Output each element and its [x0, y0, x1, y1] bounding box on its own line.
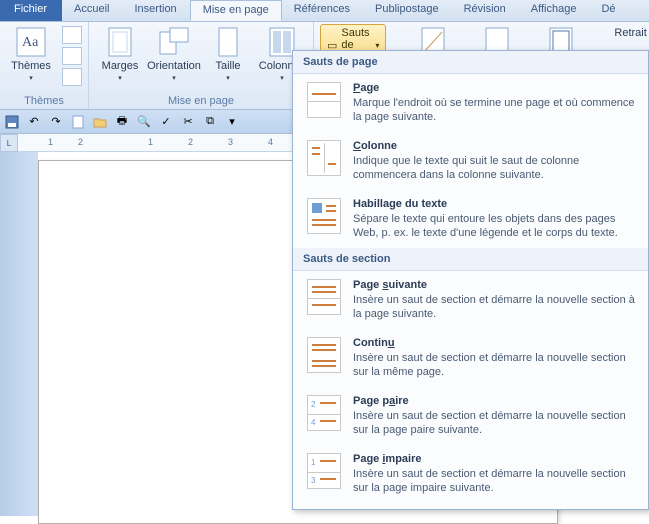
dropdown-header-section-breaks: Sauts de section [293, 248, 648, 271]
dropdown-header-page-breaks: Sauts de page [293, 51, 648, 74]
title: age [360, 82, 379, 94]
margins-icon [104, 26, 136, 58]
break-continuous[interactable]: Continu Insère un saut de section et déma… [293, 329, 648, 387]
indent-label: Retrait [608, 24, 649, 42]
group-page-setup: Marges▾ Orientation▾ Taille▾ Colonnes▾ M… [89, 22, 314, 109]
chevron-down-icon: ▾ [375, 41, 379, 50]
save-button[interactable] [4, 114, 20, 130]
copy-button[interactable]: ⧉ [202, 114, 218, 130]
title: Continu [353, 337, 638, 349]
break-page[interactable]: PageMarque l'endroit où se termine une p… [293, 74, 648, 132]
break-column[interactable]: ColonneIndique que le texte qui suit le … [293, 132, 648, 190]
themes-button[interactable]: Aa Thèmes ▾ [6, 24, 56, 84]
redo-button[interactable]: ↷ [48, 114, 64, 130]
break-text-wrapping[interactable]: Habillage du texte Sépare le texte qui en… [293, 190, 648, 248]
tab-selector[interactable]: L [0, 134, 18, 152]
continuous-section-icon [307, 337, 341, 373]
desc: Indique que le texte qui suit le saut de… [353, 154, 638, 182]
page-break-icon [307, 82, 341, 118]
qat-dropdown[interactable]: ▾ [224, 114, 240, 130]
cut-button[interactable]: ✂ [180, 114, 196, 130]
undo-button[interactable]: ↶ [26, 114, 42, 130]
break-even-page[interactable]: 24 Page paire Insère un saut de section e… [293, 387, 648, 445]
chevron-down-icon: ▾ [29, 74, 33, 82]
orientation-icon [158, 26, 190, 58]
group-label-pagesetup: Mise en page [95, 94, 307, 108]
ribbon-tabs: Fichier Accueil Insertion Mise en page R… [0, 0, 649, 22]
tab-file[interactable]: Fichier [0, 0, 62, 21]
size-icon [212, 26, 244, 58]
vertical-ruler[interactable] [0, 152, 38, 516]
title: Page impaire [353, 453, 638, 465]
preview-button[interactable]: 🔍 [136, 114, 152, 130]
svg-text:Aa: Aa [22, 35, 39, 50]
column-break-icon [307, 140, 341, 176]
themes-label: Thèmes [11, 60, 51, 72]
margins-button[interactable]: Marges▾ [95, 24, 145, 84]
breaks-dropdown: Sauts de page PageMarque l'endroit où se… [292, 50, 649, 510]
theme-effects-button[interactable] [62, 68, 82, 86]
tab-references[interactable]: Références [282, 0, 363, 21]
size-button[interactable]: Taille▾ [203, 24, 253, 84]
tab-home[interactable]: Accueil [62, 0, 122, 21]
text-wrap-break-icon [307, 198, 341, 234]
next-page-section-icon [307, 279, 341, 315]
desc: Marque l'endroit où se termine une page … [353, 96, 638, 124]
group-label-themes: Thèmes [6, 94, 82, 108]
tab-view[interactable]: Affichage [519, 0, 590, 21]
new-button[interactable] [70, 114, 86, 130]
even-page-section-icon: 24 [307, 395, 341, 431]
break-odd-page[interactable]: 13 Page impaire Insère un saut de section… [293, 445, 648, 503]
orientation-button[interactable]: Orientation▾ [149, 24, 199, 84]
tab-review[interactable]: Révision [452, 0, 519, 21]
tab-insert[interactable]: Insertion [122, 0, 189, 21]
desc: Insère un saut de section et démarre la … [353, 467, 638, 495]
title: Page suivante [353, 279, 638, 291]
themes-icon: Aa [15, 26, 47, 58]
tab-mailings[interactable]: Publipostage [363, 0, 452, 21]
desc: Sépare le texte qui entoure les objets d… [353, 212, 638, 240]
desc: Insère un saut de section et démarre la … [353, 409, 638, 437]
group-themes: Aa Thèmes ▾ Thèmes [0, 22, 89, 109]
desc: Insère un saut de section et démarre la … [353, 351, 638, 379]
title: Page paire [353, 395, 638, 407]
open-button[interactable] [92, 114, 108, 130]
spell-button[interactable]: ✓ [158, 114, 174, 130]
theme-fonts-button[interactable] [62, 47, 82, 65]
title: olonne [361, 140, 397, 152]
odd-page-section-icon: 13 [307, 453, 341, 489]
title: Habillage du texte [353, 198, 638, 210]
print-button[interactable]: 🖶 [114, 114, 130, 130]
tab-page-layout[interactable]: Mise en page [190, 0, 282, 21]
tab-developer[interactable]: Dé [589, 0, 628, 21]
break-next-page[interactable]: Page suivante Insère un saut de section e… [293, 271, 648, 329]
theme-colors-button[interactable] [62, 26, 82, 44]
desc: Insère un saut de section et démarre la … [353, 293, 638, 321]
